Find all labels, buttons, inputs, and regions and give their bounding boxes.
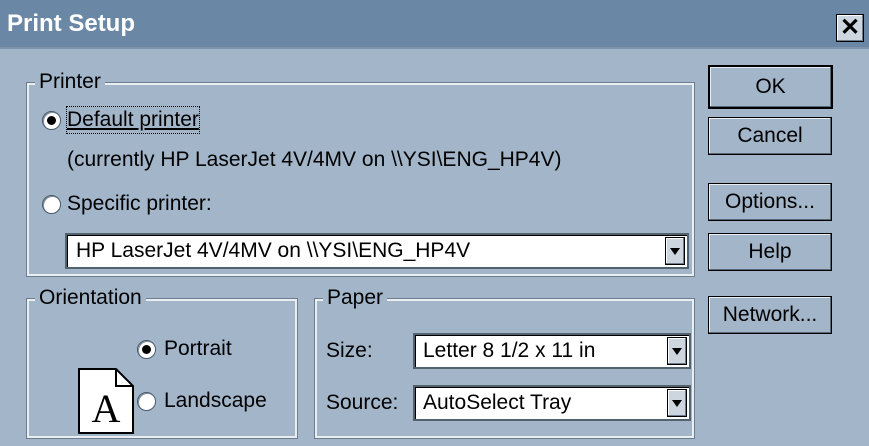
network-button-label: Network... <box>722 303 818 326</box>
portrait-label[interactable]: Portrait <box>164 336 232 362</box>
help-button[interactable]: Help <box>708 233 832 271</box>
paper-source-label: Source: <box>326 391 399 414</box>
cancel-button[interactable]: Cancel <box>708 117 832 155</box>
close-button[interactable]: ✕ <box>836 14 864 42</box>
specific-printer-label[interactable]: Specific printer: <box>67 191 212 217</box>
specific-printer-value: HP LaserJet 4V/4MV on \\YSI\ENG_HP4V <box>76 239 471 262</box>
cancel-button-label: Cancel <box>737 124 803 147</box>
radio-selected-dot <box>47 116 56 125</box>
chevron-down-icon[interactable] <box>667 337 687 365</box>
landscape-label[interactable]: Landscape <box>164 388 267 414</box>
paper-size-value: Letter 8 1/2 x 11 in <box>423 339 596 362</box>
chevron-down-icon[interactable] <box>667 389 687 417</box>
options-button-label: Options... <box>725 190 815 213</box>
portrait-page-icon: A <box>78 368 134 434</box>
specific-printer-dropdown[interactable]: HP LaserJet 4V/4MV on \\YSI\ENG_HP4V <box>65 233 689 269</box>
default-printer-label[interactable]: Default printer <box>66 106 200 134</box>
ok-button[interactable]: OK <box>708 65 833 109</box>
paper-group-legend: Paper <box>323 286 388 310</box>
landscape-radio[interactable] <box>137 392 156 411</box>
radio-selected-dot <box>142 345 151 354</box>
paper-size-dropdown[interactable]: Letter 8 1/2 x 11 in <box>413 333 691 369</box>
help-button-label: Help <box>748 240 792 263</box>
paper-size-label: Size: <box>326 339 373 362</box>
orientation-group: Orientation A <box>27 286 297 438</box>
options-button[interactable]: Options... <box>708 183 832 221</box>
orientation-group-legend: Orientation <box>35 286 146 310</box>
portrait-radio[interactable] <box>137 340 156 359</box>
printer-group-legend: Printer <box>35 70 105 94</box>
paper-source-dropdown[interactable]: AutoSelect Tray <box>413 385 691 421</box>
paper-source-value: AutoSelect Tray <box>423 391 572 414</box>
default-printer-radio[interactable] <box>42 111 61 130</box>
chevron-down-icon[interactable] <box>665 237 685 265</box>
specific-printer-radio[interactable] <box>42 195 61 214</box>
ok-button-label: OK <box>755 75 786 98</box>
network-button[interactable]: Network... <box>708 296 832 334</box>
print-setup-dialog: Print Setup ✕ Printer Default printer (c… <box>0 0 869 446</box>
title-bar[interactable]: Print Setup ✕ <box>0 0 869 49</box>
page-letter: A <box>92 386 121 431</box>
close-icon: ✕ <box>839 14 861 41</box>
current-printer-info: (currently HP LaserJet 4V/4MV on \\YSI\E… <box>67 148 562 171</box>
dialog-title: Print Setup <box>7 10 136 37</box>
